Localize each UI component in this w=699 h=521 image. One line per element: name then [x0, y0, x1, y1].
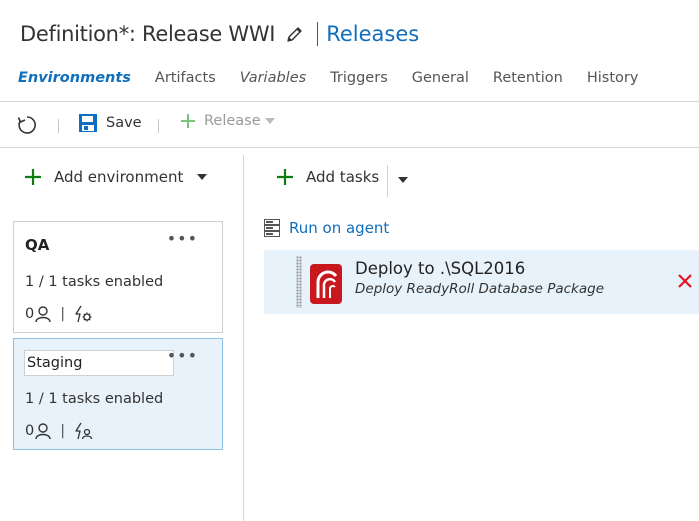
server-agent-icon [264, 219, 280, 237]
footer-separator: | [60, 306, 66, 322]
approvers-count: 0 [25, 423, 35, 439]
run-on-agent-phase[interactable]: Run on agent [264, 219, 389, 237]
person-icon[interactable] [34, 305, 52, 323]
tab-environments[interactable]: Environments [18, 70, 131, 86]
add-tasks-label: Add tasks [306, 168, 380, 186]
task-row[interactable]: Deploy to .\SQL2016 Deploy ReadyRoll Dat… [264, 250, 699, 314]
toolbar: Save Release [0, 110, 699, 140]
save-button[interactable]: Save [78, 113, 142, 133]
releases-breadcrumb-link[interactable]: Releases [326, 22, 419, 46]
page-header: Definition*: Release WWI Releases [20, 18, 419, 50]
add-tasks-button[interactable]: Add tasks [276, 168, 379, 186]
trigger-settings-icon[interactable] [73, 304, 93, 324]
add-environment-button[interactable]: Add environment [24, 168, 208, 186]
trigger-approver-icon[interactable] [73, 421, 93, 441]
tab-triggers[interactable]: Triggers [330, 70, 388, 86]
toolbar-divider [58, 119, 59, 133]
plus-icon [277, 169, 293, 185]
approvers-count: 0 [25, 306, 35, 322]
phase-label: Run on agent [289, 219, 390, 237]
toolbar-divider-line [0, 147, 699, 148]
tasks-enabled-count: 1 / 1 tasks enabled [25, 391, 164, 407]
more-options-icon[interactable]: ••• [167, 231, 198, 247]
task-subtitle: Deploy ReadyRoll Database Package [355, 281, 605, 297]
tab-retention[interactable]: Retention [493, 70, 563, 86]
definition-tabs: Environments Artifacts Variables Trigger… [18, 70, 662, 86]
environment-name: QA [25, 236, 50, 254]
environment-card-qa[interactable]: QA ••• 1 / 1 tasks enabled 0 | [13, 221, 223, 333]
environment-card-staging[interactable]: ••• 1 / 1 tasks enabled 0 | [13, 338, 223, 450]
tab-general[interactable]: General [412, 70, 469, 86]
task-title: Deploy to .\SQL2016 [355, 259, 526, 278]
tabs-divider [0, 101, 699, 102]
tasks-enabled-count: 1 / 1 tasks enabled [25, 274, 164, 290]
release-button[interactable]: Release [180, 113, 275, 129]
environment-name-input[interactable] [24, 350, 174, 376]
environment-footer: 0 | [25, 304, 93, 324]
tab-artifacts[interactable]: Artifacts [155, 70, 216, 86]
add-tasks-divider [387, 165, 388, 197]
definition-title: Definition*: Release WWI [20, 22, 276, 46]
chevron-down-icon [264, 118, 275, 124]
title-separator [317, 22, 319, 46]
environment-footer: 0 | [25, 421, 93, 441]
chevron-down-icon[interactable] [398, 177, 408, 183]
tab-variables[interactable]: Variables [240, 70, 306, 86]
plus-icon [25, 169, 41, 185]
readyroll-icon [310, 264, 342, 304]
remove-task-icon[interactable] [676, 272, 694, 290]
refresh-icon[interactable] [16, 114, 38, 136]
footer-separator: | [60, 423, 66, 439]
drag-handle[interactable] [296, 256, 302, 308]
plus-icon [181, 114, 195, 128]
edit-pencil-icon[interactable] [285, 24, 305, 44]
more-options-icon[interactable]: ••• [167, 348, 198, 364]
save-label: Save [106, 115, 142, 131]
panel-divider [243, 155, 244, 521]
tab-history[interactable]: History [587, 70, 639, 86]
chevron-down-icon[interactable] [197, 174, 208, 180]
person-icon[interactable] [34, 422, 52, 440]
release-label: Release [204, 113, 261, 129]
toolbar-divider [158, 119, 159, 133]
save-disk-icon [79, 114, 97, 132]
add-environment-label: Add environment [54, 168, 184, 186]
